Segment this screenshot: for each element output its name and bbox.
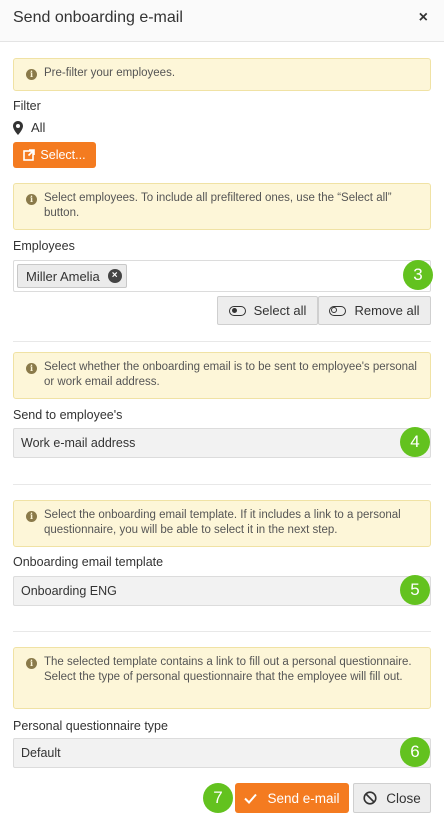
employees-tag-field[interactable]: Miller Amelia × — [13, 260, 431, 292]
remove-all-button-label: Remove all — [354, 303, 420, 318]
info-icon: i — [26, 658, 37, 669]
step-badge-5: 5 — [400, 575, 430, 605]
step-badge-7: 7 — [203, 783, 233, 813]
filter-label: Filter — [13, 99, 41, 113]
close-button-label: Close — [386, 790, 421, 806]
info-icon: i — [26, 69, 37, 80]
template-notice: i Select the onboarding email template. … — [13, 500, 431, 547]
ban-icon — [363, 791, 377, 805]
external-link-icon — [23, 149, 36, 161]
send-to-notice-text: Select whether the onboarding email is t… — [44, 361, 417, 388]
employee-tag: Miller Amelia × — [17, 264, 127, 288]
divider — [13, 484, 431, 485]
questionnaire-notice: i The selected template contains a link … — [13, 647, 431, 709]
filter-value-text: All — [31, 120, 46, 135]
step-badge-6: 6 — [400, 737, 430, 767]
questionnaire-label: Personal questionnaire type — [13, 719, 168, 733]
divider — [13, 341, 431, 342]
remove-tag-icon[interactable]: × — [107, 269, 122, 283]
info-icon: i — [26, 194, 37, 205]
send-to-select[interactable]: Work e-mail address — [13, 428, 431, 458]
dialog-header: Send onboarding e-mail × — [0, 0, 444, 42]
divider — [13, 631, 431, 632]
select-filter-button-label: Select... — [40, 148, 86, 162]
remove-all-button[interactable]: Remove all — [318, 296, 431, 325]
toggle-on-icon — [228, 305, 246, 316]
send-email-button-label: Send e-mail — [267, 790, 340, 806]
info-icon: i — [26, 363, 37, 374]
questionnaire-notice-text: The selected template contains a link to… — [44, 656, 412, 683]
employees-notice-text: Select employees. To include all prefilt… — [44, 192, 392, 219]
step-badge-4: 4 — [400, 427, 430, 457]
select-all-button[interactable]: Select all — [217, 296, 318, 325]
send-to-notice: i Select whether the onboarding email is… — [13, 352, 431, 399]
dialog-title: Send onboarding e-mail — [13, 9, 183, 26]
toggle-off-icon — [329, 305, 347, 316]
prefilter-notice: i Pre-filter your employees. — [13, 58, 431, 91]
map-marker-icon — [13, 120, 23, 135]
questionnaire-select[interactable]: Default — [13, 738, 431, 768]
send-email-button[interactable]: Send e-mail — [235, 783, 349, 813]
select-all-button-label: Select all — [253, 303, 307, 318]
checkmark-icon — [244, 793, 258, 804]
select-filter-button[interactable]: Select... — [13, 142, 96, 168]
employees-notice: i Select employees. To include all prefi… — [13, 183, 431, 230]
close-button[interactable]: Close — [353, 783, 431, 813]
employees-label: Employees — [13, 239, 75, 253]
template-select[interactable]: Onboarding ENG — [13, 576, 431, 606]
employee-tag-label: Miller Amelia — [26, 269, 100, 284]
filter-value[interactable]: All — [13, 120, 45, 135]
prefilter-notice-text: Pre-filter your employees. — [44, 67, 176, 79]
send-to-label: Send to employee's — [13, 408, 123, 422]
step-badge-3: 3 — [403, 260, 433, 290]
close-icon[interactable]: × — [419, 9, 428, 27]
info-icon: i — [26, 511, 37, 522]
template-notice-text: Select the onboarding email template. If… — [44, 509, 401, 536]
template-label: Onboarding email template — [13, 555, 164, 569]
